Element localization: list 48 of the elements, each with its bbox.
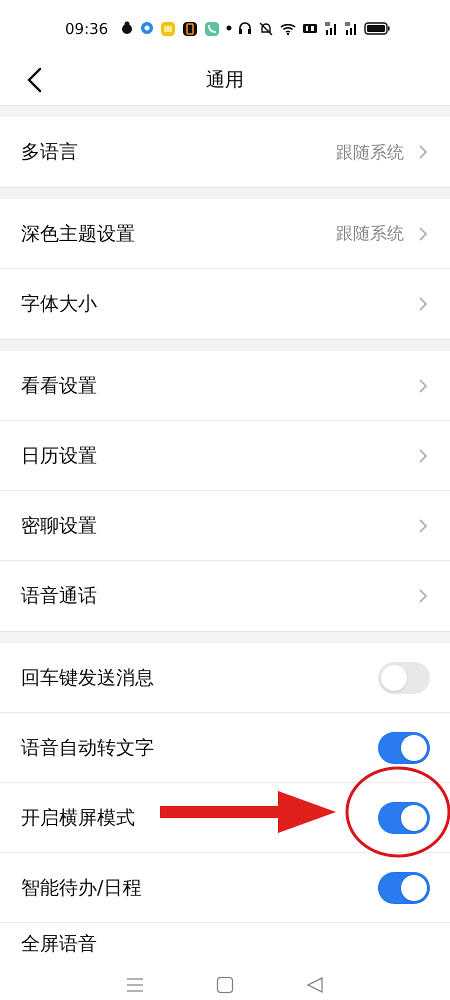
status-time: 09:36 [65,20,108,38]
row-label: 密聊设置 [21,514,97,538]
app-tile-icon [182,21,198,36]
settings-row[interactable]: 日历设置 [0,421,450,491]
menu-icon[interactable] [126,976,144,992]
chevron-icon [418,144,428,160]
toggle-switch[interactable] [378,732,430,764]
settings-row[interactable]: 多语言 跟随系统 [0,117,450,187]
row-label: 智能待办/日程 [21,876,142,900]
settings-row[interactable]: 语音通话 [0,561,450,631]
chevron-icon [418,588,428,604]
app-tile-icon [160,21,176,36]
row-label: 语音自动转文字 [21,736,154,760]
headphones-icon [238,21,252,36]
row-label: 深色主题设置 [21,222,135,246]
toggle-switch[interactable] [378,872,430,904]
row-value: 跟随系统 [336,223,404,245]
row-label: 日历设置 [21,444,97,468]
row-value: 跟随系统 [336,142,404,164]
row-label: 看看设置 [21,374,97,398]
settings-row[interactable]: 密聊设置 [0,491,450,561]
battery-icon [364,21,390,36]
chevron-icon [418,518,428,534]
page-title: 通用 [206,68,244,93]
row-label: 多语言 [21,140,78,165]
settings-row[interactable]: 字体大小 [0,269,450,339]
hd-icon [302,21,318,36]
phone-icon [204,21,220,36]
home-icon[interactable] [216,976,234,994]
row-label: 回车键发送消息 [21,666,154,690]
row-label: 语音通话 [21,584,97,609]
mute-bell-icon [258,21,274,36]
toggle-switch[interactable] [378,802,430,834]
toggle-switch[interactable] [378,662,430,694]
settings-row[interactable]: 看看设置 [0,351,450,421]
row-label: 全屏语音 [21,932,97,957]
chevron-icon [418,448,428,464]
chevron-icon [418,226,428,242]
chevron-icon [418,296,428,312]
row-label: 字体大小 [21,292,97,317]
signal-icon [344,21,358,36]
settings-row[interactable]: 深色主题设置 跟随系统 [0,199,450,269]
signal-icon [324,21,338,36]
back-icon[interactable] [26,67,44,93]
wifi-icon [280,21,296,36]
row-label: 开启横屏模式 [21,806,135,830]
app-dot-icon [140,21,154,36]
chevron-icon [418,378,428,394]
